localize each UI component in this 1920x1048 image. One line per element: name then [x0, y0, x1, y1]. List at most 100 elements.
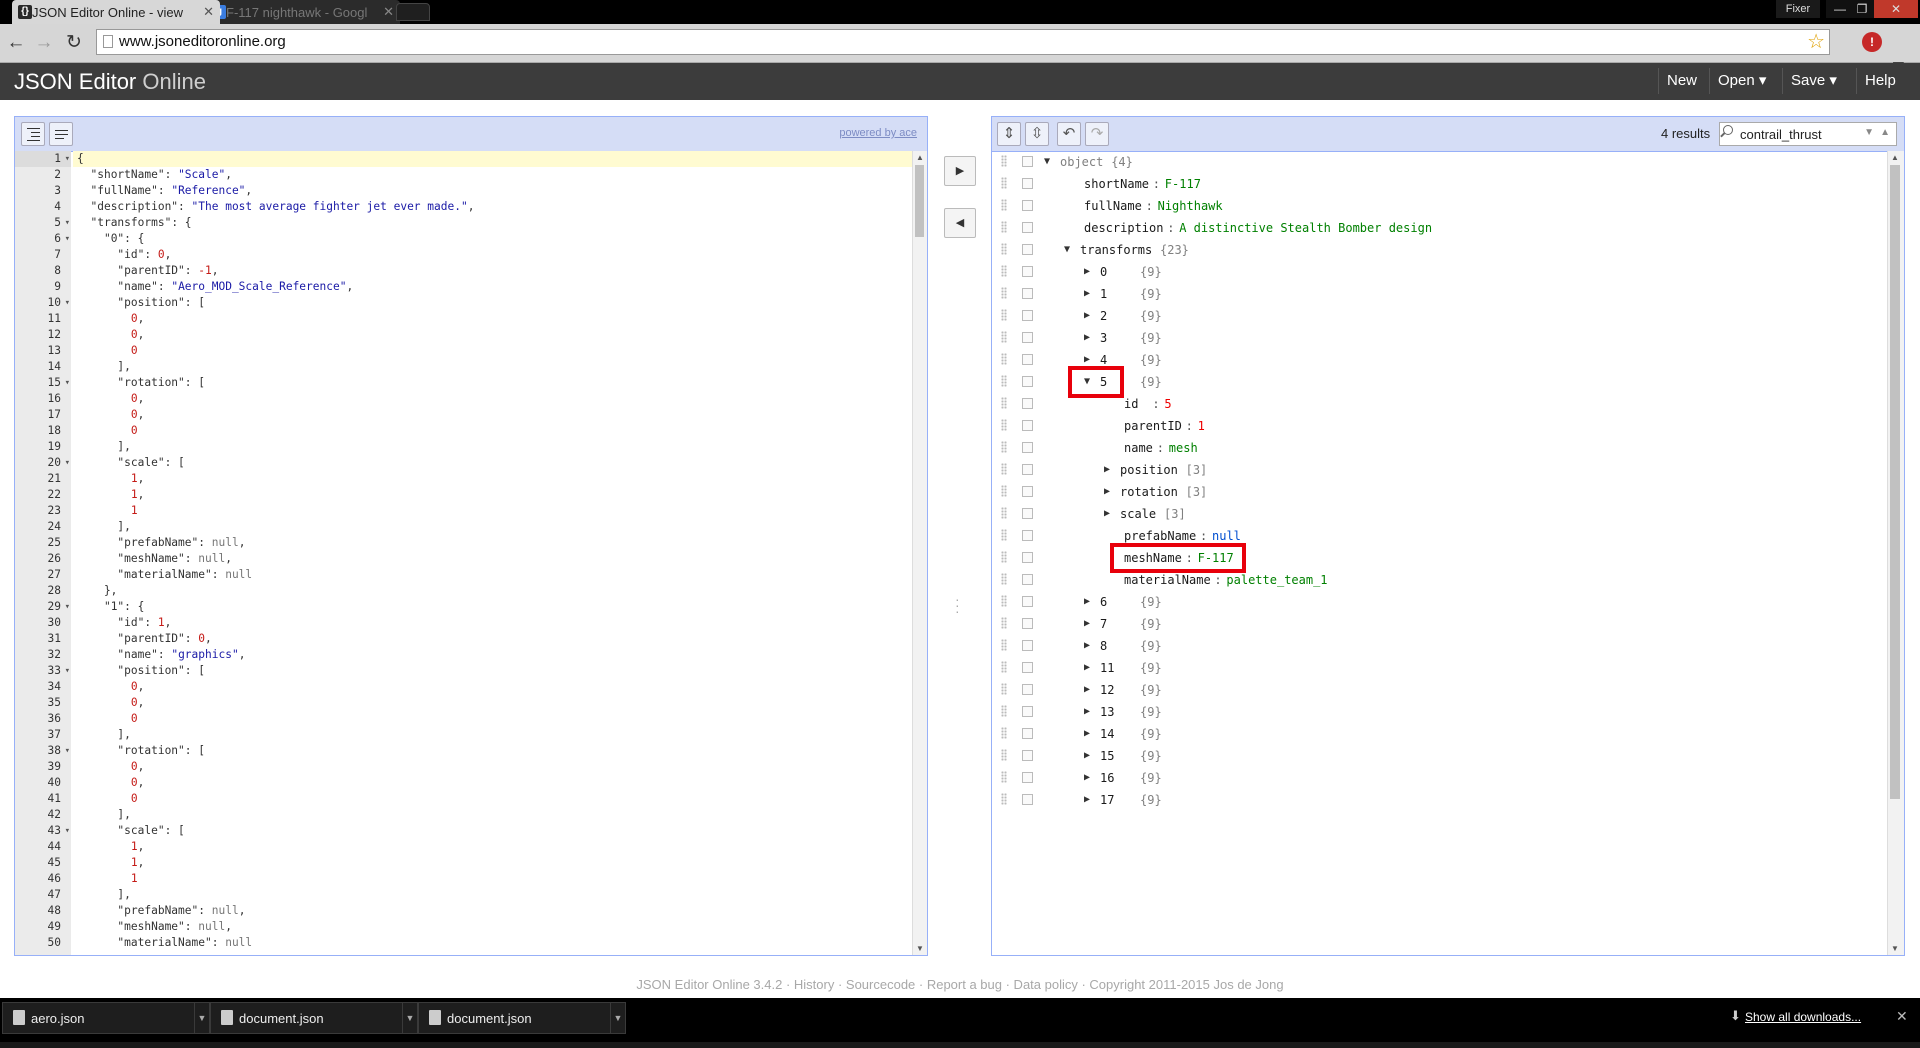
- drag-handle-icon[interactable]: [1001, 397, 1007, 409]
- field-name[interactable]: 8: [1100, 635, 1107, 657]
- scroll-up-icon[interactable]: ▲: [1891, 153, 1899, 162]
- tree-row[interactable]: id:5: [992, 393, 1888, 415]
- drag-handle-icon[interactable]: [1001, 617, 1007, 629]
- drag-handle-icon[interactable]: [1001, 771, 1007, 783]
- tree-row[interactable]: ▶ 2 {9}: [992, 305, 1888, 327]
- field-name[interactable]: scale: [1120, 503, 1156, 525]
- copy-to-code-button[interactable]: ◀: [944, 208, 976, 238]
- row-checkbox[interactable]: [1022, 244, 1033, 255]
- collapse-triangle-icon[interactable]: ▶: [1084, 723, 1090, 745]
- restore-icon[interactable]: ❐: [1848, 0, 1876, 18]
- row-checkbox[interactable]: [1022, 288, 1033, 299]
- tree-row[interactable]: ▶ 17 {9}: [992, 789, 1888, 811]
- download-item[interactable]: aero.json ▼: [2, 1002, 210, 1034]
- profile-name-button[interactable]: Fixer: [1776, 0, 1820, 18]
- row-checkbox[interactable]: [1022, 420, 1033, 431]
- drag-handle-icon[interactable]: [1001, 177, 1007, 189]
- field-name[interactable]: 1: [1100, 283, 1107, 305]
- tree-row[interactable]: ▶ 6 {9}: [992, 591, 1888, 613]
- tree-row[interactable]: ▶ 12 {9}: [992, 679, 1888, 701]
- row-checkbox[interactable]: [1022, 442, 1033, 453]
- field-name[interactable]: position: [1120, 459, 1178, 481]
- drag-handle-icon[interactable]: [1001, 529, 1007, 541]
- scroll-down-icon[interactable]: ▼: [1891, 944, 1899, 953]
- extension-icon[interactable]: !: [1862, 32, 1882, 52]
- field-name[interactable]: fullName: [1084, 195, 1142, 217]
- drag-handle-icon[interactable]: [1001, 375, 1007, 387]
- tree-row[interactable]: fullName: Nighthawk: [992, 195, 1888, 217]
- field-name[interactable]: materialName: [1124, 569, 1211, 591]
- row-checkbox[interactable]: [1022, 772, 1033, 783]
- row-checkbox[interactable]: [1022, 398, 1033, 409]
- expand-triangle-icon[interactable]: ▼: [1044, 151, 1050, 173]
- expand-all-icon[interactable]: ⇕: [997, 122, 1021, 146]
- tree-row[interactable]: ▶ 11 {9}: [992, 657, 1888, 679]
- redo-icon[interactable]: ↷: [1085, 122, 1109, 146]
- reload-icon[interactable]: ↻: [62, 31, 86, 55]
- field-name[interactable]: 2: [1100, 305, 1107, 327]
- address-bar[interactable]: www.jsoneditoronline.org ☆: [96, 29, 1830, 55]
- drag-handle-icon[interactable]: [1001, 353, 1007, 365]
- compact-json-button[interactable]: [49, 122, 73, 146]
- tree-row[interactable]: ▶ 14 {9}: [992, 723, 1888, 745]
- field-name[interactable]: 16: [1100, 767, 1114, 789]
- new-tab-button[interactable]: [396, 3, 430, 21]
- collapse-triangle-icon[interactable]: ▶: [1104, 481, 1110, 503]
- field-value[interactable]: F-117: [1165, 173, 1201, 195]
- search-previous-icon[interactable]: ▲: [1880, 127, 1890, 138]
- collapse-triangle-icon[interactable]: ▶: [1104, 459, 1110, 481]
- save-button[interactable]: Save ▾: [1782, 68, 1845, 94]
- field-name[interactable]: 17: [1100, 789, 1114, 811]
- row-checkbox[interactable]: [1022, 508, 1033, 519]
- field-name[interactable]: 14: [1100, 723, 1114, 745]
- tree-row[interactable]: ▶ position [3]: [992, 459, 1888, 481]
- row-checkbox[interactable]: [1022, 332, 1033, 343]
- field-name[interactable]: 7: [1100, 613, 1107, 635]
- search-next-icon[interactable]: ▼: [1864, 127, 1874, 138]
- drag-handle-icon[interactable]: [1001, 551, 1007, 563]
- tree-row[interactable]: shortName: F-117: [992, 173, 1888, 195]
- drag-handle-icon[interactable]: [1001, 221, 1007, 233]
- tree-row[interactable]: ▶ 16 {9}: [992, 767, 1888, 789]
- drag-handle-icon[interactable]: [1001, 155, 1007, 167]
- row-checkbox[interactable]: [1022, 486, 1033, 497]
- copy-to-tree-button[interactable]: ▶: [944, 156, 976, 186]
- row-checkbox[interactable]: [1022, 662, 1033, 673]
- field-value[interactable]: Nighthawk: [1158, 195, 1223, 217]
- tree-row[interactable]: ▶ 7 {9}: [992, 613, 1888, 635]
- tree-row[interactable]: meshName: F-117: [992, 543, 1888, 573]
- tree-row[interactable]: ▶ 13 {9}: [992, 701, 1888, 723]
- tree-row[interactable]: ▶ 1 {9}: [992, 283, 1888, 305]
- chevron-down-icon[interactable]: ▼: [610, 1003, 625, 1033]
- row-checkbox[interactable]: [1022, 530, 1033, 541]
- help-button[interactable]: Help: [1856, 68, 1904, 94]
- collapse-triangle-icon[interactable]: ▶: [1084, 305, 1090, 327]
- field-name[interactable]: 6: [1100, 591, 1107, 613]
- row-checkbox[interactable]: [1022, 794, 1033, 805]
- powered-by-ace-link[interactable]: powered by ace: [839, 127, 917, 139]
- row-checkbox[interactable]: [1022, 684, 1033, 695]
- field-name[interactable]: rotation: [1120, 481, 1178, 503]
- row-checkbox[interactable]: [1022, 750, 1033, 761]
- field-name[interactable]: 0: [1100, 261, 1107, 283]
- code-text-area[interactable]: 1234567891011121314151617181920212223242…: [15, 151, 913, 955]
- format-json-button[interactable]: [21, 122, 45, 146]
- drag-handle-icon[interactable]: [1001, 639, 1007, 651]
- back-arrow-icon[interactable]: ←: [4, 31, 28, 55]
- row-checkbox[interactable]: [1022, 464, 1033, 475]
- collapse-triangle-icon[interactable]: ▶: [1084, 261, 1090, 283]
- show-all-downloads-link[interactable]: Show all downloads...: [1745, 1010, 1861, 1024]
- drag-handle-icon[interactable]: [1001, 595, 1007, 607]
- collapse-triangle-icon[interactable]: ▶: [1084, 701, 1090, 723]
- undo-icon[interactable]: ↶: [1057, 122, 1081, 146]
- tree-row[interactable]: ▼ transforms {23}: [992, 239, 1888, 261]
- scroll-up-icon[interactable]: ▲: [916, 153, 924, 162]
- tree-row[interactable]: ▶ 3 {9}: [992, 327, 1888, 349]
- row-checkbox[interactable]: [1022, 552, 1033, 563]
- drag-handle-icon[interactable]: [1001, 793, 1007, 805]
- row-checkbox[interactable]: [1022, 200, 1033, 211]
- download-item[interactable]: document.json ▼: [418, 1002, 626, 1034]
- browser-tab-json-editor[interactable]: {} JSON Editor Online - view ✕: [12, 0, 220, 24]
- new-button[interactable]: New: [1658, 68, 1705, 94]
- row-checkbox[interactable]: [1022, 618, 1033, 629]
